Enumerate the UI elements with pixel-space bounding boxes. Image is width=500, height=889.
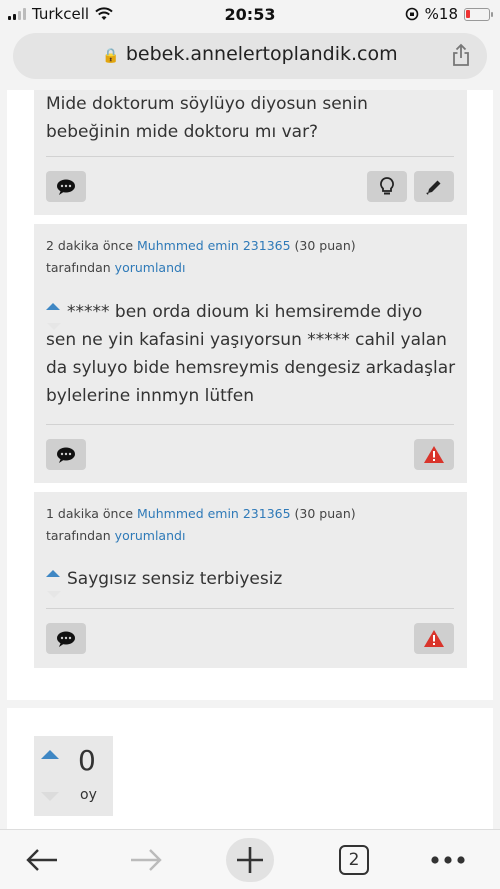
report-button[interactable] [414,439,454,470]
back-button[interactable] [18,838,66,882]
upvote-arrow-icon[interactable] [41,750,59,759]
lock-icon: 🔒 [102,48,120,64]
menu-button[interactable] [424,838,472,882]
battery-percent: %18 [424,5,458,23]
report-button[interactable] [414,623,454,654]
share-icon[interactable] [451,43,471,67]
comment-meta: 1 dakika önce Muhmmed emin 231365 (30 pu… [46,503,356,547]
divider [46,424,454,425]
comment-time: 1 dakika önce [46,506,134,521]
author-points: (30 puan) [294,238,356,253]
by-label: tarafından [46,528,111,543]
speech-bubble-icon [57,447,75,463]
address-bar[interactable]: 🔒 bebek.annelertoplandik.com [13,33,487,79]
comment-button[interactable] [46,439,86,470]
comment-permalink[interactable]: yorumlandı [115,260,186,275]
comment-author-link[interactable]: Muhmmed emin 231365 [137,238,291,253]
divider [46,156,454,157]
more-dots-icon [431,856,465,864]
comment-button[interactable] [46,171,86,202]
comment-card: 1 dakika önce Muhmmed emin 231365 (30 pu… [34,492,467,668]
downvote-arrow-icon[interactable] [47,591,61,598]
comment-meta: 2 dakika önce Muhmmed emin 231365 (30 pu… [46,235,356,279]
pencil-icon [426,180,441,195]
question-card: Mide doktorum söylüyo diyosun senin bebe… [34,90,467,215]
comment-permalink[interactable]: yorumlandı [115,528,186,543]
downvote-arrow-icon[interactable] [47,323,61,330]
divider [46,608,454,609]
vote-count: 0 [78,744,96,777]
answer-vote-box: 0 oy [34,736,113,816]
status-bar: Turkcell 20:53 %18 [0,0,500,30]
comment-button[interactable] [46,623,86,654]
comment-card: 2 dakika önce Muhmmed emin 231365 (30 pu… [34,224,467,483]
by-label: tarafından [46,260,111,275]
upvote-arrow-icon[interactable] [46,302,60,310]
forward-button[interactable] [122,838,170,882]
tabs-button[interactable]: 2 [330,838,378,882]
back-arrow-icon [26,849,57,871]
orientation-lock-icon [405,7,418,21]
edit-button[interactable] [414,171,454,202]
forward-arrow-icon [131,849,162,871]
speech-bubble-icon [57,179,75,195]
comment-author-link[interactable]: Muhmmed emin 231365 [137,506,291,521]
browser-toolbar: 2 [0,829,500,889]
new-tab-button[interactable] [226,838,274,882]
page-content: Mide doktorum söylüyo diyosun senin bebe… [0,90,500,848]
lightbulb-icon [380,176,394,194]
url-text: bebek.annelertoplandik.com [125,43,398,65]
battery-icon [464,7,493,21]
upvote-arrow-icon[interactable] [46,569,60,577]
warning-icon [424,446,444,463]
tab-count: 2 [339,845,369,875]
warning-icon [424,630,444,647]
speech-bubble-icon [57,631,75,647]
vote-label: oy [80,787,97,803]
comment-time: 2 dakika önce [46,238,134,253]
plus-icon [237,847,263,873]
downvote-arrow-icon[interactable] [41,792,59,801]
author-points: (30 puan) [294,506,356,521]
question-text: Mide doktorum söylüyo diyosun senin bebe… [46,94,368,142]
answer-hint-button[interactable] [367,171,407,202]
comment-text: ***** ben orda dioum ki hemsiremde diyo … [46,302,456,406]
comment-text: Saygısız sensiz terbiyesiz [67,569,283,589]
